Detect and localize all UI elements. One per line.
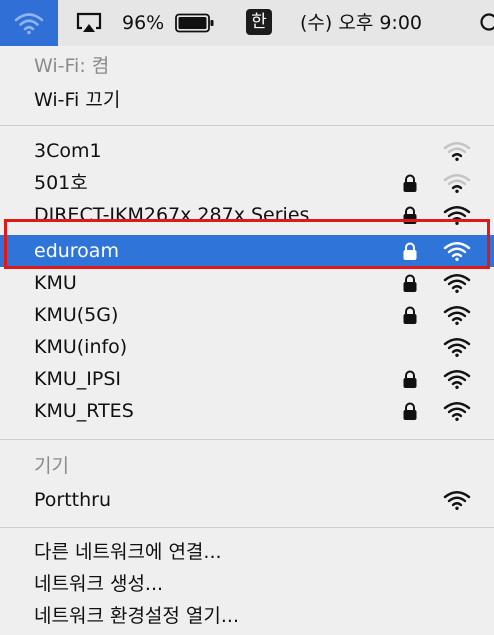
network-name: 501호 — [34, 172, 88, 194]
lock-icon — [402, 402, 418, 425]
wifi-signal-icon — [442, 140, 472, 166]
network-item[interactable]: KMU — [0, 267, 494, 299]
input-method-indicator[interactable]: 한 — [246, 9, 272, 35]
network-item[interactable]: 501호 — [0, 167, 494, 199]
menu-bar: 96% 한 (수) 오후 9:00 — [0, 0, 494, 46]
network-name: 3Com1 — [34, 140, 102, 162]
menu-item-label: 네트워크 환경설정 열기... — [34, 605, 239, 627]
airplay-icon — [76, 12, 102, 32]
lock-icon — [402, 206, 418, 229]
network-item[interactable]: KMU_RTES — [0, 395, 494, 427]
network-name: KMU(5G) — [34, 304, 119, 326]
lock-icon — [402, 174, 418, 197]
join-other-network-item[interactable]: 다른 네트워크에 연결... — [0, 536, 494, 568]
wifi-icon — [14, 13, 44, 35]
battery-percentage: 96% — [122, 12, 165, 34]
create-network-item[interactable]: 네트워크 생성... — [0, 568, 494, 600]
lock-icon — [402, 242, 418, 265]
airplay-button[interactable] — [74, 10, 104, 38]
wifi-status: Wi-Fi: 켬 — [0, 50, 494, 82]
lock-icon — [402, 306, 418, 329]
network-name: KMU — [34, 272, 77, 294]
network-name: KMU_RTES — [34, 400, 134, 422]
network-name: KMU(info) — [34, 336, 128, 358]
wifi-signal-icon — [442, 204, 472, 230]
lock-icon — [402, 274, 418, 297]
network-item[interactable]: KMU_IPSI — [0, 363, 494, 395]
wifi-signal-icon — [442, 336, 472, 362]
devices-header-label: 기기 — [34, 455, 69, 477]
device-item[interactable]: Portthru — [0, 484, 494, 516]
network-item-selected[interactable]: eduroam — [0, 235, 494, 267]
menubar-wifi-button[interactable] — [0, 0, 58, 46]
wifi-signal-icon — [442, 489, 472, 515]
menu-divider — [0, 125, 494, 126]
network-name: DIRECT-IKM267x 287x Series — [34, 204, 310, 226]
wifi-signal-icon — [442, 368, 472, 394]
lock-icon — [402, 370, 418, 393]
menu-divider — [0, 439, 494, 440]
wifi-signal-icon — [442, 272, 472, 298]
wifi-signal-icon — [442, 240, 472, 266]
wifi-signal-icon — [442, 172, 472, 198]
menu-divider — [0, 527, 494, 528]
spotlight-button[interactable] — [478, 12, 494, 38]
wifi-toggle-item[interactable]: Wi-Fi 끄기 — [0, 84, 494, 116]
network-name: KMU_IPSI — [34, 368, 121, 390]
wifi-signal-icon — [442, 304, 472, 330]
wifi-status-label: Wi-Fi: 켬 — [34, 55, 110, 77]
wifi-signal-icon — [442, 400, 472, 426]
battery-icon — [175, 13, 214, 33]
wifi-menu: Wi-Fi: 켬 Wi-Fi 끄기 3Com1 501호 DIRECT-IKM2… — [0, 46, 494, 635]
search-icon — [480, 13, 494, 31]
battery-button[interactable] — [175, 13, 215, 37]
network-item[interactable]: KMU(5G) — [0, 299, 494, 331]
menu-item-label: 다른 네트워크에 연결... — [34, 541, 222, 563]
network-item[interactable]: KMU(info) — [0, 331, 494, 363]
network-item[interactable]: DIRECT-IKM267x 287x Series — [0, 199, 494, 231]
wifi-toggle-label: Wi-Fi 끄기 — [34, 89, 121, 111]
menubar-clock[interactable]: (수) 오후 9:00 — [300, 0, 422, 46]
device-name: Portthru — [34, 489, 112, 511]
menu-item-label: 네트워크 생성... — [34, 573, 164, 595]
network-name: eduroam — [34, 240, 119, 262]
open-network-preferences-item[interactable]: 네트워크 환경설정 열기... — [0, 600, 494, 632]
devices-header: 기기 — [0, 450, 494, 482]
network-item[interactable]: 3Com1 — [0, 135, 494, 167]
